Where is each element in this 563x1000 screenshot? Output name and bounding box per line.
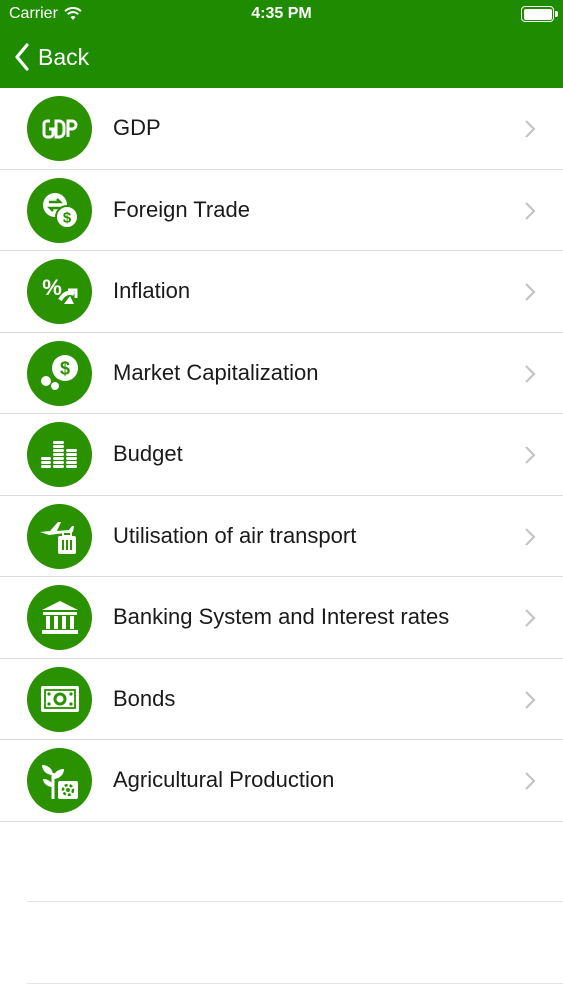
airplane-luggage-icon: [27, 503, 92, 569]
list-item-market-capitalization[interactable]: $ Market Capitalization: [0, 332, 563, 414]
list-item-inflation[interactable]: % Inflation: [0, 251, 563, 333]
list-item-label: Banking System and Interest rates: [113, 604, 450, 630]
back-button[interactable]: Back: [14, 40, 89, 74]
list-item-label: Budget: [113, 441, 183, 467]
list-item-foreign-trade[interactable]: $ Foreign Trade: [0, 169, 563, 251]
chevron-right-icon: [525, 527, 536, 546]
status-bar: Carrier 4:35 PM: [0, 0, 563, 30]
chevron-right-icon: [525, 120, 536, 138]
chevron-right-icon: [525, 772, 536, 790]
list-item-label: Utilisation of air transport: [113, 522, 357, 548]
svg-text:$: $: [59, 359, 69, 379]
indicator-list: GDP $ Foreign Trade % Inflation $ Market…: [0, 88, 563, 822]
chevron-right-icon: [525, 283, 536, 301]
list-item-label: Inflation: [113, 278, 191, 304]
list-item-bonds[interactable]: Bonds: [0, 658, 563, 740]
gdp-icon: [27, 96, 92, 161]
navigation-bar: Carrier 4:35 PM Back: [0, 0, 563, 88]
svg-text:$: $: [62, 210, 71, 227]
list-item-label: Market Capitalization: [113, 359, 319, 385]
back-label: Back: [38, 43, 90, 70]
empty-row-separator: [27, 983, 563, 984]
coin-stacks-icon: [27, 422, 92, 487]
list-item-air-transport[interactable]: Utilisation of air transport: [0, 495, 563, 577]
currency-exchange-icon: $: [27, 177, 92, 243]
chevron-left-icon: [15, 43, 29, 71]
chevron-right-icon: [525, 446, 536, 464]
battery-icon: [521, 6, 558, 22]
chevron-right-icon: [525, 364, 536, 383]
list-item-label: Bonds: [113, 685, 176, 711]
list-item-gdp[interactable]: GDP: [0, 88, 563, 170]
plant-gear-icon: [27, 748, 92, 813]
coins-dollar-icon: $: [27, 340, 92, 406]
chevron-right-icon: [525, 609, 536, 627]
list-item-budget[interactable]: Budget: [0, 414, 563, 496]
list-item-banking-system[interactable]: Banking System and Interest rates: [0, 577, 563, 659]
empty-row-separator: [27, 901, 563, 902]
bank-building-icon: [27, 585, 92, 650]
list-item-label: Foreign Trade: [113, 196, 250, 222]
bond-certificate-icon: [27, 666, 92, 732]
percent-arrow-icon: %: [27, 259, 92, 324]
list-item-label: Agricultural Production: [113, 767, 335, 793]
clock: 4:35 PM: [251, 5, 312, 22]
svg-text:%: %: [42, 275, 62, 300]
list-item-agricultural-production[interactable]: Agricultural Production: [0, 740, 563, 822]
chevron-right-icon: [525, 201, 536, 220]
list-item-label: GDP: [113, 115, 161, 141]
chevron-right-icon: [525, 690, 536, 709]
